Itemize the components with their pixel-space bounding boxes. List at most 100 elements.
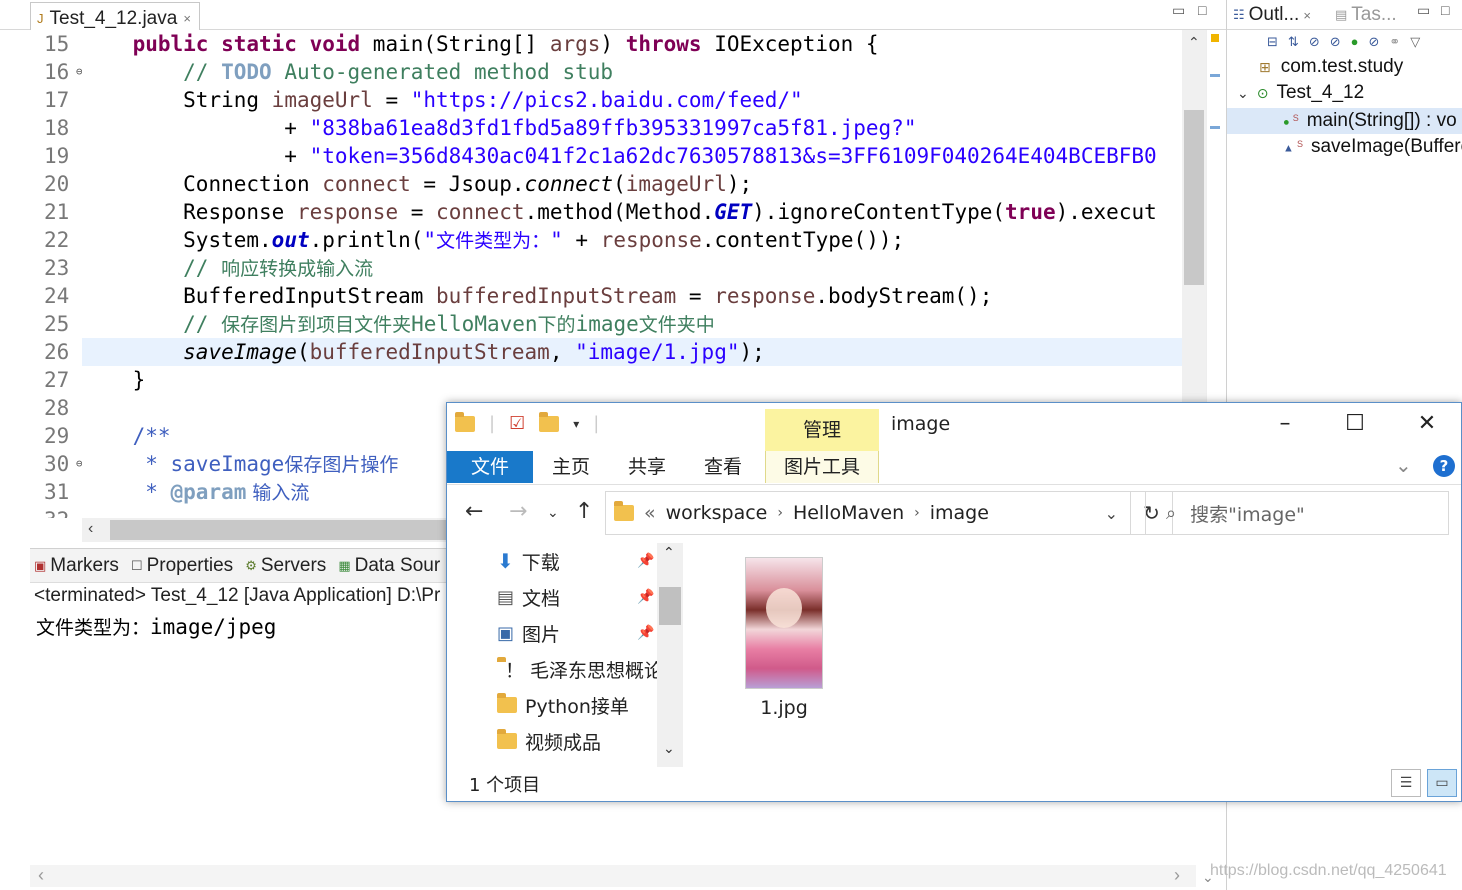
tab-view[interactable]: 查看	[695, 451, 751, 483]
properties-check-icon[interactable]: ☑	[509, 413, 525, 434]
line-number: 18	[44, 116, 70, 140]
scroll-up-icon[interactable]: ⌃	[663, 545, 675, 561]
code-line-current: saveImage(bufferedInputStream, "image/1.…	[82, 338, 1182, 366]
recent-locations-icon[interactable]: ⌄	[547, 505, 559, 521]
minimize-icon[interactable]: ▭	[1417, 2, 1430, 19]
tab-servers[interactable]: ⚙ Servers	[245, 555, 326, 577]
tab-markers[interactable]: ▣ Markers	[34, 555, 119, 577]
sort-icon[interactable]: ⇅	[1288, 34, 1299, 54]
nav-item-downloads[interactable]: ⬇ 下载	[497, 543, 657, 579]
pin-icon[interactable]: 📌	[637, 589, 654, 605]
close-icon[interactable]: ✕	[1407, 411, 1447, 436]
new-folder-icon[interactable]	[539, 411, 560, 432]
link-icon[interactable]: ⚭	[1389, 34, 1400, 54]
hide-static-icon[interactable]: ⊘	[1330, 34, 1341, 54]
scroll-up-icon[interactable]: ⌃	[1188, 34, 1200, 51]
console-status: <terminated> Test_4_12 [Java Application…	[34, 585, 441, 606]
nav-item-folder[interactable]: 视频成品	[497, 723, 657, 759]
collapse-all-icon[interactable]: ⊟	[1267, 34, 1278, 54]
line-number: 24	[44, 284, 70, 308]
search-input[interactable]: ⌕ 搜索"image"	[1145, 491, 1449, 535]
occurrence-marker[interactable]	[1210, 126, 1220, 129]
scroll-left-icon[interactable]: ‹	[88, 520, 93, 538]
ribbon-tabs: 文件 主页 共享 查看 图片工具 ⌄ ?	[447, 451, 1461, 485]
file-item-1-jpg[interactable]: 1.jpg	[745, 557, 823, 719]
chevron-down-icon[interactable]: ⌄	[1237, 85, 1249, 102]
breadcrumb-workspace[interactable]: workspace	[666, 502, 768, 524]
chevron-right-icon[interactable]: ›	[914, 505, 920, 521]
tree-item-package[interactable]: ⊞ com.test.study	[1227, 54, 1462, 80]
code-line: + "838ba61ea8d3fd1fbd5a89ffb395331997ca5…	[284, 116, 917, 140]
address-row: ← → ⌄ ↑ « workspace › HelloMaven › image…	[447, 489, 1461, 537]
hide-nonpublic-icon[interactable]: ●	[1351, 34, 1359, 54]
editor-tab-test-4-12[interactable]: J Test_4_12.java ×	[30, 2, 200, 30]
outline-toolbar: ⊟ ⇅ ⊘ ⊘ ● ⊘ ⚭ ▽	[1267, 34, 1420, 54]
nav-item-pictures[interactable]: ▣ 图片	[497, 615, 657, 651]
tab-file[interactable]: 文件	[447, 451, 533, 483]
scroll-down-icon[interactable]: ⌄	[663, 741, 675, 757]
line-number: 29	[44, 424, 70, 448]
nav-item-folder[interactable]: Python接单	[497, 687, 657, 723]
minimize-icon[interactable]: ▭	[1172, 2, 1185, 19]
details-view-icon[interactable]: ☰	[1391, 769, 1421, 797]
help-icon[interactable]: ?	[1433, 455, 1455, 477]
outline-icon: ☷	[1233, 7, 1245, 22]
tab-properties[interactable]: ☐ Properties	[131, 555, 233, 577]
line-number: 17	[44, 88, 70, 112]
maximize-icon[interactable]: ☐	[1335, 411, 1375, 436]
scrollbar-thumb[interactable]	[1184, 110, 1204, 285]
chevron-down-icon[interactable]: ▾	[573, 417, 579, 431]
scroll-left-icon[interactable]: ‹	[38, 865, 44, 886]
tab-tasks[interactable]: ▤ Tas...	[1335, 4, 1397, 26]
line-number: 16 ⊖	[44, 60, 82, 84]
scroll-right-icon[interactable]: ›	[1174, 865, 1180, 886]
manage-context-tab[interactable]: 管理	[765, 409, 879, 451]
large-icons-view-icon[interactable]: ▭	[1427, 769, 1457, 797]
tab-data-source[interactable]: ▦ Data Sour	[338, 555, 440, 577]
tree-item-method-main[interactable]: ● S main(String[]) : vo	[1227, 108, 1462, 134]
nav-item-documents[interactable]: ▤ 文档	[497, 579, 657, 615]
chevron-right-icon[interactable]: ›	[777, 505, 783, 521]
properties-icon: ☐	[130, 557, 143, 573]
console-output[interactable]: 文件类型为：image/jpeg	[36, 613, 276, 640]
line-number-ruler: 15 16 ⊖ 17 18 19 20 21 22 23 24 25 26 27 …	[30, 30, 82, 518]
view-switcher: ☰ ▭	[1391, 769, 1457, 797]
hide-fields-icon[interactable]: ⊘	[1309, 34, 1320, 54]
occurrence-marker[interactable]	[1210, 74, 1220, 77]
warning-marker[interactable]	[1211, 34, 1219, 42]
back-icon[interactable]: ←	[465, 499, 483, 524]
code-line: Response response = connect.method(Metho…	[183, 200, 1157, 224]
address-bar[interactable]: « workspace › HelloMaven › image ⌄	[605, 491, 1131, 535]
tree-item-class[interactable]: ⌄ ⊙ Test_4_12	[1227, 80, 1462, 106]
tab-share[interactable]: 共享	[619, 451, 675, 483]
markers-icon: ▣	[34, 557, 47, 573]
tree-item-method-saveimage[interactable]: ▲ S saveImage(Buffere	[1227, 134, 1462, 160]
nav-item-folder[interactable]: ！ 毛泽东思想概论	[497, 651, 657, 687]
minimize-icon[interactable]: –	[1265, 411, 1305, 436]
scrollbar-thumb[interactable]	[659, 587, 681, 625]
pin-icon[interactable]: 📌	[637, 553, 654, 569]
address-dropdown-icon[interactable]: ⌄	[1105, 504, 1118, 523]
tab-close-icon[interactable]: ×	[1303, 8, 1311, 23]
forward-icon[interactable]: →	[509, 499, 527, 524]
tab-home[interactable]: 主页	[543, 451, 599, 483]
tab-outline[interactable]: ☷ Outl... ×	[1233, 4, 1311, 26]
folder-icon	[497, 729, 517, 749]
tab-picture-tools[interactable]: 图片工具	[765, 451, 879, 483]
maximize-icon[interactable]: □	[1441, 2, 1449, 18]
nav-scrollbar[interactable]: ⌃ ⌄	[657, 543, 683, 767]
hide-local-types-icon[interactable]: ⊘	[1368, 34, 1379, 54]
console-horizontal-scrollbar[interactable]: ‹ ›	[30, 865, 1196, 887]
up-icon[interactable]: ↑	[575, 499, 593, 524]
folder-icon	[497, 693, 517, 713]
view-menu-icon[interactable]: ▽	[1410, 34, 1420, 54]
outline-tab-bar: ☷ Outl... × ▤ Tas... ▭ □	[1227, 0, 1462, 30]
file-list: 1.jpg	[683, 543, 1459, 767]
expand-ribbon-icon[interactable]: ⌄	[1395, 453, 1412, 477]
breadcrumb-image[interactable]: image	[930, 502, 989, 524]
pin-icon[interactable]: 📌	[637, 625, 654, 641]
maximize-icon[interactable]: □	[1198, 2, 1206, 18]
breadcrumb-hellomaven[interactable]: HelloMaven	[793, 502, 904, 524]
tab-close-icon[interactable]: ×	[183, 11, 191, 26]
file-explorer-window: | ☑ ▾ | 管理 image – ☐ ✕ 文件 主页 共享 查看 图片工具 …	[446, 402, 1462, 802]
